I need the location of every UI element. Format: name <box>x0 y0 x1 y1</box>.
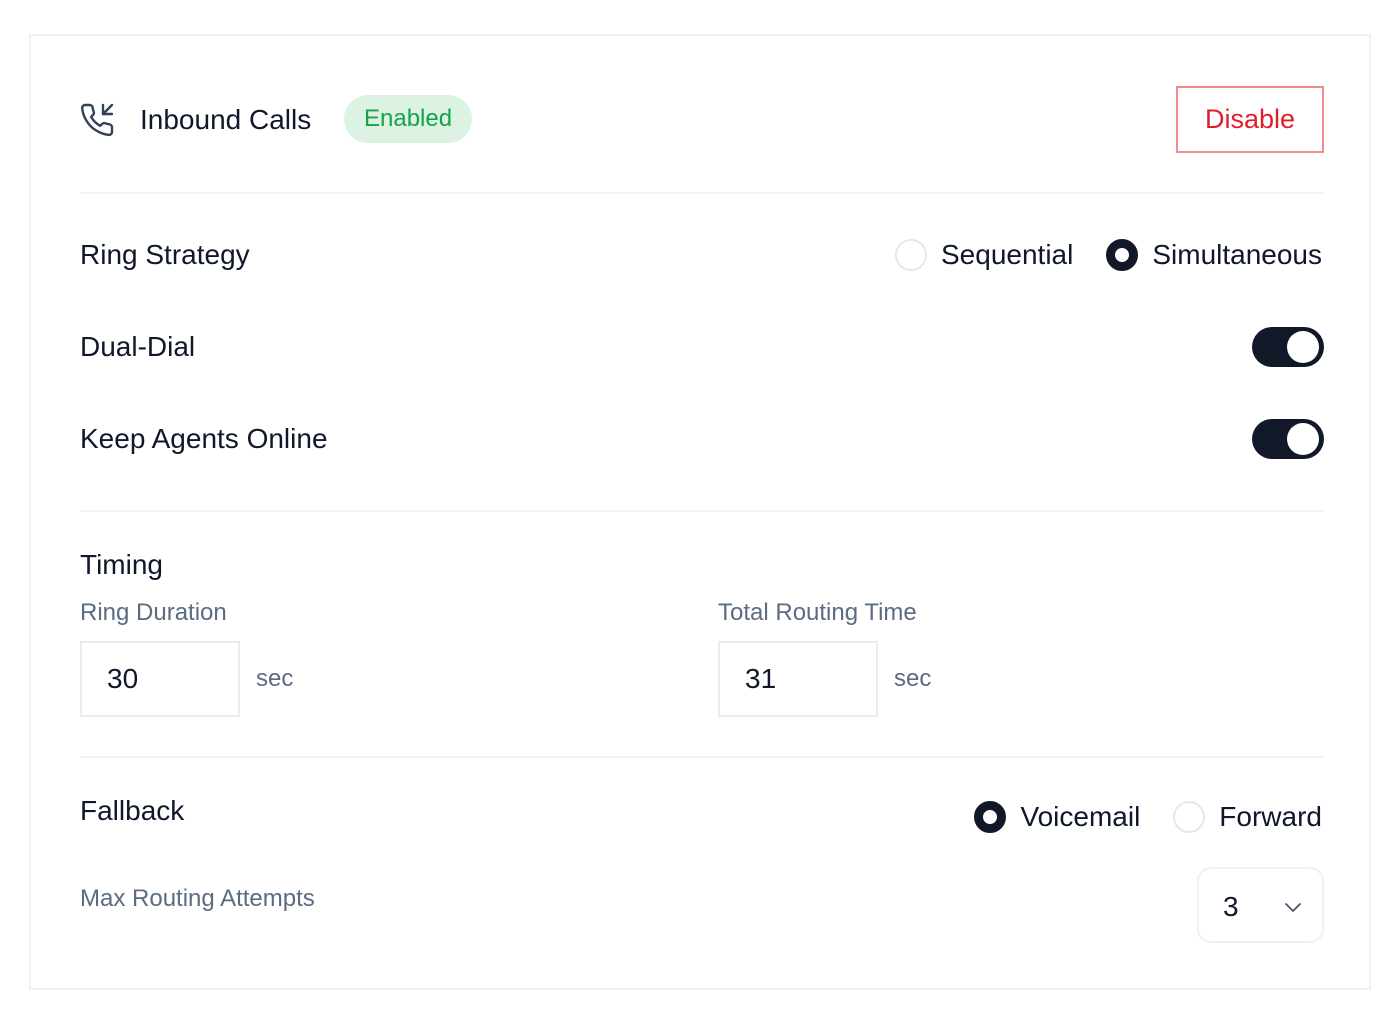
ring-duration-unit: sec <box>256 665 294 692</box>
timing-heading: Timing <box>80 549 163 580</box>
radio-unchecked-icon <box>1173 801 1206 833</box>
total-routing-time-input[interactable] <box>718 641 878 717</box>
radio-checked-icon <box>974 801 1007 833</box>
fallback-label: Fallback <box>80 795 185 826</box>
radio-label-sequential: Sequential <box>941 239 1074 270</box>
radio-sequential[interactable]: Sequential <box>895 237 1073 273</box>
radio-label-simultaneous: Simultaneous <box>1152 239 1322 270</box>
inbound-calls-card: Inbound Calls Enabled Disable Ring Strat… <box>29 34 1371 990</box>
page-title: Inbound Calls <box>140 104 312 135</box>
chevron-down-icon <box>1285 903 1301 912</box>
dual-dial-toggle[interactable] <box>1252 327 1324 367</box>
dual-dial-label: Dual-Dial <box>80 331 196 362</box>
total-routing-time-unit: sec <box>894 665 932 692</box>
phone-incoming-icon <box>80 103 114 137</box>
disable-button[interactable]: Disable <box>1176 86 1324 153</box>
max-routing-attempts-select[interactable]: 3 <box>1197 867 1324 943</box>
radio-label-voicemail: Voicemail <box>1020 801 1141 832</box>
toggle-knob <box>1287 423 1319 455</box>
divider <box>80 192 1324 194</box>
toggle-knob <box>1287 331 1319 363</box>
select-value: 3 <box>1223 891 1239 922</box>
total-routing-time-label: Total Routing Time <box>718 599 917 626</box>
max-routing-attempts-label: Max Routing Attempts <box>80 885 315 912</box>
radio-checked-icon <box>1106 239 1139 271</box>
radio-forward[interactable]: Forward <box>1173 799 1322 835</box>
status-badge: Enabled <box>344 95 473 143</box>
radio-voicemail[interactable]: Voicemail <box>974 799 1140 835</box>
divider <box>80 756 1324 758</box>
keep-agents-online-label: Keep Agents Online <box>80 423 328 454</box>
keep-agents-online-toggle[interactable] <box>1252 419 1324 459</box>
ring-strategy-label: Ring Strategy <box>80 239 250 270</box>
radio-label-forward: Forward <box>1219 801 1322 832</box>
ring-duration-label: Ring Duration <box>80 599 227 626</box>
ring-duration-input[interactable] <box>80 641 240 717</box>
radio-simultaneous[interactable]: Simultaneous <box>1106 237 1322 273</box>
ring-strategy-radio-group: Sequential Simultaneous <box>895 237 1322 273</box>
divider <box>80 510 1324 512</box>
fallback-radio-group: Voicemail Forward <box>974 799 1322 835</box>
radio-unchecked-icon <box>895 239 927 271</box>
